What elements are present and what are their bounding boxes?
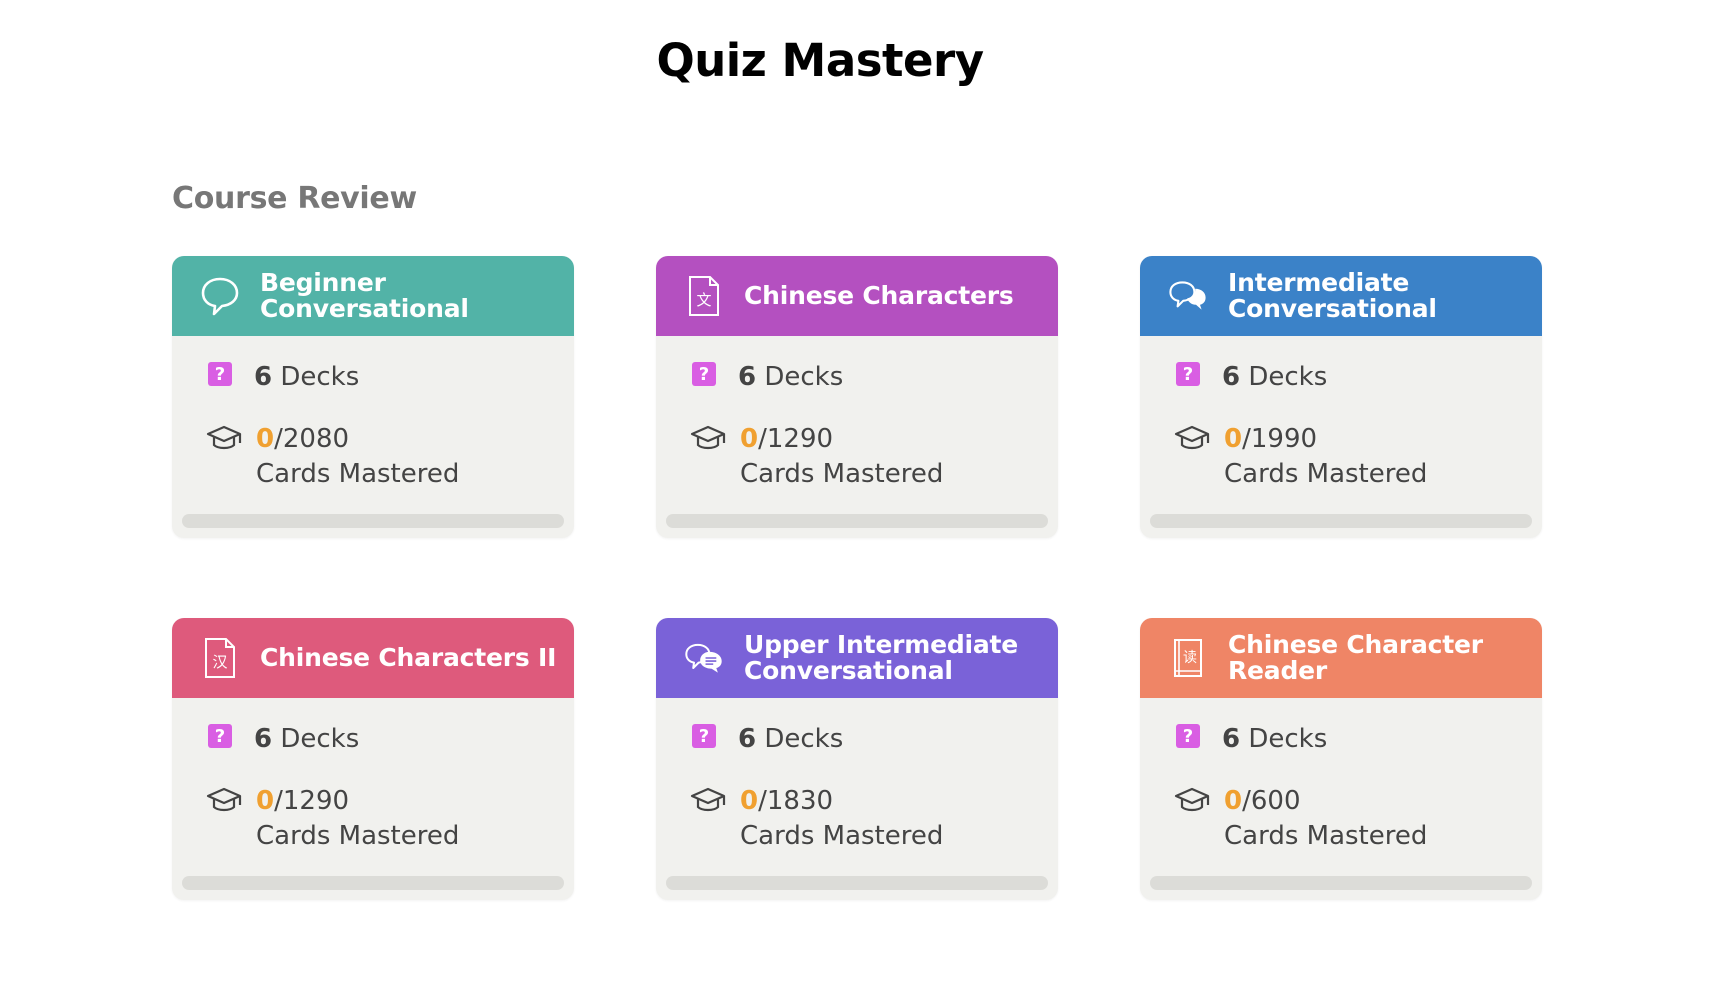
- mastered-label: Cards Mastered: [256, 459, 460, 489]
- progress-bar: [182, 514, 564, 528]
- svg-text:文: 文: [696, 291, 711, 309]
- svg-text:汉: 汉: [212, 653, 227, 671]
- graduation-cap-icon: [206, 787, 242, 812]
- progress-bar: [666, 514, 1048, 528]
- decks-count: 6: [1222, 362, 1241, 392]
- document-character-icon: 文: [684, 274, 724, 318]
- section-title: Course Review: [172, 181, 417, 216]
- course-title: Chinese Character Reader: [1228, 630, 1483, 685]
- course-title: Intermediate Conversational: [1228, 268, 1437, 323]
- card-header: Upper Intermediate Conversational: [656, 618, 1058, 698]
- mastered-count: 0: [256, 424, 275, 454]
- speech-bubble-icon: [200, 274, 240, 318]
- decks-label: Decks: [764, 362, 844, 392]
- course-title: Upper Intermediate Conversational: [744, 630, 1019, 685]
- decks-label: Decks: [280, 362, 360, 392]
- double-speech-bubble-icon: [1168, 274, 1208, 318]
- graduation-cap-icon: [1174, 425, 1210, 450]
- total-count: /1990: [1242, 424, 1318, 454]
- decks-row: ? 6 Decks: [208, 722, 359, 757]
- decks-label: Decks: [1248, 724, 1328, 754]
- chat-bubbles-icon: [684, 636, 724, 680]
- decks-row: ? 6 Decks: [692, 722, 843, 757]
- progress-bar: [1150, 514, 1532, 528]
- course-card-chinese-character-reader[interactable]: 读 Chinese Character Reader ? 6 Decks 0/6…: [1140, 618, 1542, 900]
- decks-row: ? 6 Decks: [208, 360, 359, 395]
- course-title: Chinese Characters II: [260, 643, 557, 672]
- question-badge-icon: ?: [1176, 362, 1200, 386]
- decks-count: 6: [738, 362, 757, 392]
- mastered-count: 0: [1224, 424, 1243, 454]
- question-badge-icon: ?: [208, 724, 232, 748]
- card-header: 读 Chinese Character Reader: [1140, 618, 1542, 698]
- total-count: /1830: [758, 786, 834, 816]
- course-card-chinese-characters-ii[interactable]: 汉 Chinese Characters II ? 6 Decks 0/1290…: [172, 618, 574, 900]
- decks-row: ? 6 Decks: [1176, 722, 1327, 757]
- svg-text:读: 读: [1183, 649, 1197, 666]
- decks-row: ? 6 Decks: [1176, 360, 1327, 395]
- course-card-chinese-characters[interactable]: 文 Chinese Characters ? 6 Decks 0/1290 Car…: [656, 256, 1058, 538]
- decks-row: ? 6 Decks: [692, 360, 843, 395]
- total-count: /2080: [274, 424, 350, 454]
- mastered-row: 0/1830 Cards Mastered: [690, 784, 944, 854]
- question-badge-icon: ?: [208, 362, 232, 386]
- progress-bar: [666, 876, 1048, 890]
- total-count: /600: [1242, 786, 1301, 816]
- course-card-beginner-conversational[interactable]: Beginner Conversational ? 6 Decks 0/2080…: [172, 256, 574, 538]
- total-count: /1290: [274, 786, 350, 816]
- course-card-intermediate-conversational[interactable]: Intermediate Conversational ? 6 Decks 0/…: [1140, 256, 1542, 538]
- mastered-count: 0: [740, 424, 759, 454]
- course-grid: Beginner Conversational ? 6 Decks 0/2080…: [172, 256, 1542, 900]
- course-card-upper-intermediate-conversational[interactable]: Upper Intermediate Conversational ? 6 De…: [656, 618, 1058, 900]
- mastered-label: Cards Mastered: [740, 821, 944, 851]
- card-header: Intermediate Conversational: [1140, 256, 1542, 336]
- card-header: 汉 Chinese Characters II: [172, 618, 574, 698]
- progress-bar: [1150, 876, 1532, 890]
- card-header: 文 Chinese Characters: [656, 256, 1058, 336]
- mastered-count: 0: [256, 786, 275, 816]
- course-title: Chinese Characters: [744, 281, 1014, 310]
- document-character-icon: 汉: [200, 636, 240, 680]
- decks-count: 6: [254, 724, 273, 754]
- mastered-count: 0: [740, 786, 759, 816]
- book-character-icon: 读: [1168, 636, 1208, 680]
- progress-bar: [182, 876, 564, 890]
- graduation-cap-icon: [206, 425, 242, 450]
- mastered-label: Cards Mastered: [1224, 459, 1428, 489]
- total-count: /1290: [758, 424, 834, 454]
- decks-count: 6: [738, 724, 757, 754]
- course-title: Beginner Conversational: [260, 268, 469, 323]
- card-header: Beginner Conversational: [172, 256, 574, 336]
- decks-label: Decks: [764, 724, 844, 754]
- decks-count: 6: [254, 362, 273, 392]
- decks-label: Decks: [280, 724, 360, 754]
- question-badge-icon: ?: [692, 724, 716, 748]
- mastered-label: Cards Mastered: [740, 459, 944, 489]
- mastered-row: 0/2080 Cards Mastered: [206, 422, 460, 492]
- graduation-cap-icon: [690, 787, 726, 812]
- question-badge-icon: ?: [692, 362, 716, 386]
- decks-count: 6: [1222, 724, 1241, 754]
- decks-label: Decks: [1248, 362, 1328, 392]
- graduation-cap-icon: [1174, 787, 1210, 812]
- page-title: Quiz Mastery: [656, 34, 984, 87]
- mastered-row: 0/1290 Cards Mastered: [690, 422, 944, 492]
- mastered-count: 0: [1224, 786, 1243, 816]
- mastered-row: 0/1290 Cards Mastered: [206, 784, 460, 854]
- graduation-cap-icon: [690, 425, 726, 450]
- mastered-label: Cards Mastered: [1224, 821, 1428, 851]
- mastered-row: 0/1990 Cards Mastered: [1174, 422, 1428, 492]
- mastered-row: 0/600 Cards Mastered: [1174, 784, 1428, 854]
- question-badge-icon: ?: [1176, 724, 1200, 748]
- mastered-label: Cards Mastered: [256, 821, 460, 851]
